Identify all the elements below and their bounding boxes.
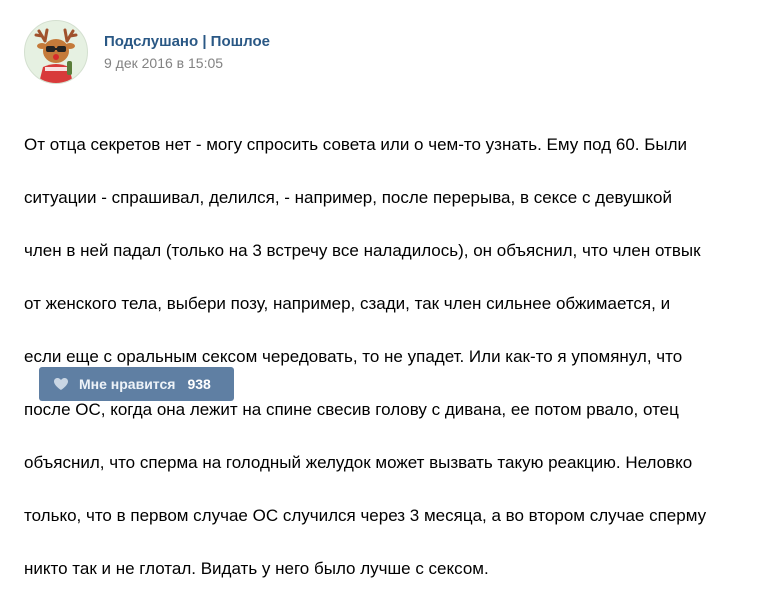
post-text-line: от женского тела, выбери позу, например,… bbox=[24, 293, 671, 313]
like-label: Мне нравится bbox=[79, 376, 176, 392]
post-text-line: ситуации - спрашивал, делился, - наприме… bbox=[24, 187, 672, 207]
avatar[interactable] bbox=[24, 20, 88, 84]
author-name-link[interactable]: Подслушано | Пошлое bbox=[104, 33, 270, 51]
post-text-line: член в ней падал (только на 3 встречу вс… bbox=[24, 240, 701, 260]
post-text-line: никто так и не глотал. Видать у него был… bbox=[24, 558, 489, 578]
deer-avatar-icon bbox=[34, 28, 78, 83]
post-card: Подслушано | Пошлое 9 дек 2016 в 15:05 О… bbox=[0, 0, 782, 578]
heart-icon bbox=[53, 377, 69, 391]
author-block: Подслушано | Пошлое 9 дек 2016 в 15:05 bbox=[104, 33, 270, 72]
post-date[interactable]: 9 дек 2016 в 15:05 bbox=[104, 55, 270, 72]
post-header: Подслушано | Пошлое 9 дек 2016 в 15:05 bbox=[24, 20, 270, 84]
post-text-line: только, что в первом случае ОС случился … bbox=[24, 505, 707, 525]
post-text-line: объяснил, что сперма на голодный желудок… bbox=[24, 452, 693, 472]
like-button[interactable]: Мне нравится 938 bbox=[39, 367, 234, 401]
post-text: От отца секретов нет - могу спросить сов… bbox=[24, 105, 724, 609]
post-text-line: От отца секретов нет - могу спросить сов… bbox=[24, 134, 688, 154]
like-count: 938 bbox=[187, 376, 211, 392]
